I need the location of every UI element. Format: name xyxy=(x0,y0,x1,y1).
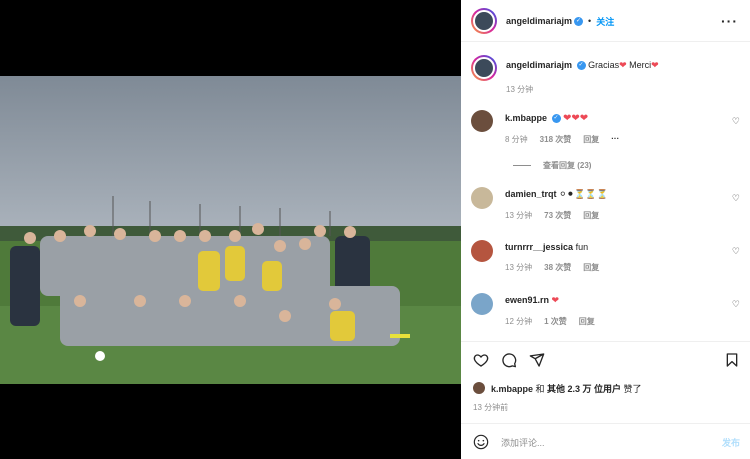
action-bar xyxy=(461,350,750,370)
post-photo[interactable] xyxy=(0,76,461,384)
comment-item: turnrrr__jessica fun 13 分钟 38 次赞 回复 ♡ xyxy=(471,240,740,273)
comment-item: ewen91.rn ❤ 12 分钟 1 次赞 回复 ♡ xyxy=(471,293,740,327)
bookmark-icon[interactable] xyxy=(724,352,740,368)
add-comment-bar: 添加评论... 发布 xyxy=(461,432,750,452)
comment-likes[interactable]: 73 次赞 xyxy=(544,210,571,221)
verified-icon: ✓ xyxy=(574,16,584,26)
likes-suffix: 赞了 xyxy=(621,383,642,394)
comment-item: damien_trqt ⚪⚫⏳⏳⏳ 13 分钟 73 次赞 回复 ♡ xyxy=(471,187,740,221)
heart-emoji: ❤ xyxy=(619,60,627,70)
caption-text-merci: Merci xyxy=(629,60,652,70)
comment-username[interactable]: damien_trqt xyxy=(505,189,557,199)
view-replies[interactable]: 查看回复 (23) xyxy=(513,160,591,171)
comment-likes[interactable]: 38 次赞 xyxy=(544,262,571,273)
comment-input[interactable]: 添加评论... xyxy=(501,436,545,449)
comment-more-icon[interactable]: ··· xyxy=(611,134,619,145)
verified-icon: ✓ xyxy=(576,61,586,71)
caption-text-gracias: Gracias xyxy=(588,60,620,70)
comment-like-icon[interactable]: ♡ xyxy=(732,299,740,310)
comment-likes[interactable]: 1 次赞 xyxy=(544,316,567,327)
media-area xyxy=(0,0,461,459)
caption-time: 13 分钟 xyxy=(506,85,534,94)
comment-time: 8 分钟 xyxy=(505,135,528,144)
author-avatar[interactable] xyxy=(471,8,497,34)
reply-button[interactable]: 回复 xyxy=(583,134,599,145)
comment-time: 13 分钟 xyxy=(505,263,533,272)
more-horizontal-icon[interactable]: ··· xyxy=(721,13,738,29)
comment-item: k.mbappe ✓ ❤❤❤ 8 分钟 318 次赞 回复 ··· ♡ 查看回复… xyxy=(471,110,740,170)
view-replies-label[interactable]: 查看回复 (23) xyxy=(543,160,591,171)
post-comment-button[interactable]: 发布 xyxy=(722,436,740,449)
caption-avatar[interactable] xyxy=(471,55,497,81)
heart-emoji: ❤ xyxy=(651,60,659,70)
comment-time: 12 分钟 xyxy=(505,317,533,326)
comment-text: ⚪⚫⏳⏳⏳ xyxy=(559,189,608,199)
comment-like-icon[interactable]: ♡ xyxy=(732,246,740,257)
comment-time: 13 分钟 xyxy=(505,211,533,220)
commenter-avatar[interactable] xyxy=(471,187,493,209)
comment-username[interactable]: turnrrr__jessica xyxy=(505,242,573,252)
comment-username[interactable]: k.mbappe xyxy=(505,113,547,123)
commenter-avatar[interactable] xyxy=(471,293,493,315)
post-panel: angeldimariajm ✓ • 关注 ··· angeldimariajm… xyxy=(461,0,750,459)
comment-text: ❤❤❤ xyxy=(563,113,589,124)
author-username[interactable]: angeldimariajm xyxy=(506,16,572,26)
comment-text: ❤ xyxy=(551,295,560,305)
verified-icon: ✓ xyxy=(551,114,561,124)
comment-likes[interactable]: 318 次赞 xyxy=(540,134,572,145)
caption-username[interactable]: angeldimariajm xyxy=(506,60,572,70)
liker-avatar[interactable] xyxy=(473,382,485,394)
commenter-avatar[interactable] xyxy=(471,110,493,132)
send-icon[interactable] xyxy=(529,352,545,368)
reply-button[interactable]: 回复 xyxy=(579,316,595,327)
caption: angeldimariajm ✓ Gracias❤ Merci❤ 13 分钟 xyxy=(471,55,740,95)
reply-button[interactable]: 回复 xyxy=(583,210,599,221)
commenter-avatar[interactable] xyxy=(471,240,493,262)
comment-like-icon[interactable]: ♡ xyxy=(732,193,740,204)
post-header: angeldimariajm ✓ • 关注 ··· xyxy=(461,6,750,36)
post-time[interactable]: 13 分钟前 xyxy=(473,402,508,413)
comment-username[interactable]: ewen91.rn xyxy=(505,295,549,305)
heart-icon[interactable] xyxy=(473,352,489,368)
likes-others[interactable]: 其他 2.3 万 位用户 xyxy=(547,384,621,394)
smiley-icon[interactable] xyxy=(473,434,489,450)
liker-username[interactable]: k.mbappe xyxy=(491,384,533,394)
comment-icon[interactable] xyxy=(501,352,517,368)
follow-button[interactable]: 关注 xyxy=(596,15,614,28)
comment-text: fun xyxy=(575,242,589,252)
likes-summary: k.mbappe 和 其他 2.3 万 位用户 赞了 xyxy=(461,381,750,395)
reply-button[interactable]: 回复 xyxy=(583,262,599,273)
likes-connector: 和 xyxy=(533,383,548,394)
comment-like-icon[interactable]: ♡ xyxy=(732,116,740,127)
